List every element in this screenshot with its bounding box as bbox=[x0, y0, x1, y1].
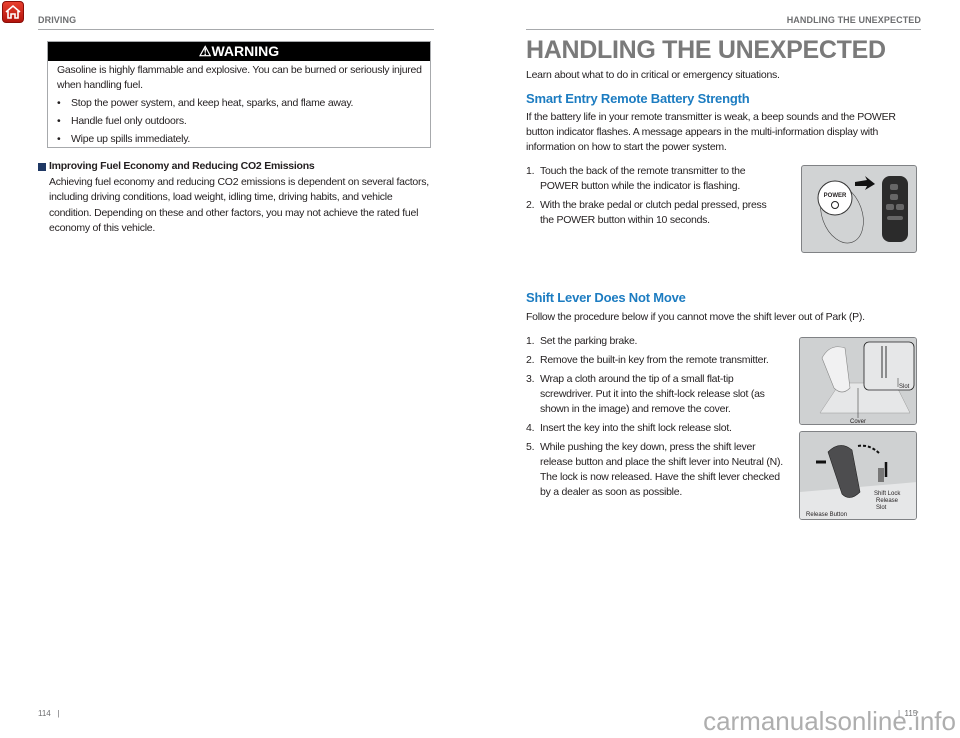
shift-step: 1. Set the parking brake. bbox=[526, 335, 638, 347]
left-page-number: 114 | bbox=[38, 709, 60, 718]
slot-label: Slot bbox=[899, 384, 910, 390]
left-header-rule bbox=[38, 29, 434, 30]
warning-title: WARNING bbox=[211, 43, 280, 59]
release-button-label: Release Button bbox=[806, 512, 847, 518]
cover-label: Cover bbox=[850, 419, 866, 425]
shift-lock-cover-image: Slot Cover bbox=[799, 337, 917, 425]
power-label: POWER bbox=[824, 193, 847, 199]
warning-bullet: Wipe up spills immediately. bbox=[71, 133, 191, 145]
shift-lever-body: Follow the procedure below if you cannot… bbox=[526, 311, 865, 323]
shift-step: 4. Insert the key into the shift lock rel… bbox=[526, 422, 732, 434]
warning-box: ⚠WARNING Gasoline is highly flammable an… bbox=[47, 41, 431, 148]
fuel-economy-heading: Improving Fuel Economy and Reducing CO2 … bbox=[38, 159, 315, 174]
left-running-header: DRIVING bbox=[38, 15, 77, 25]
page-intro: Learn about what to do in critical or em… bbox=[526, 69, 780, 81]
home-button[interactable] bbox=[2, 1, 24, 23]
shift-lock-label: Release bbox=[876, 498, 899, 504]
remote-power-button-image: POWER bbox=[801, 165, 917, 253]
battery-step: 2. With the brake pedal or clutch pedal p… bbox=[526, 199, 767, 226]
warning-triangle-icon: ⚠ bbox=[198, 43, 212, 59]
home-icon bbox=[5, 4, 21, 19]
warning-bullet: Stop the power system, and keep heat, sp… bbox=[71, 97, 354, 109]
warning-intro: Gasoline is highly flammable and explosi… bbox=[57, 64, 422, 91]
right-running-header: HANDLING THE UNEXPECTED bbox=[786, 15, 921, 25]
battery-heading: Smart Entry Remote Battery Strength bbox=[526, 91, 750, 106]
watermark: carmanualsonline.info bbox=[703, 706, 956, 736]
square-bullet-icon bbox=[38, 162, 46, 171]
warning-bullet: Handle fuel only outdoors. bbox=[71, 115, 187, 127]
shift-lock-label: Shift Lock bbox=[874, 491, 901, 497]
shift-step: 2. Remove the built-in key from the remot… bbox=[526, 354, 769, 366]
shift-step: 3. Wrap a cloth around the tip of a small… bbox=[526, 373, 765, 415]
fuel-economy-title: Improving Fuel Economy and Reducing CO2 … bbox=[49, 160, 315, 172]
battery-body: If the battery life in your remote trans… bbox=[526, 111, 896, 153]
shift-step: 5. While pushing the key down, press the … bbox=[526, 441, 783, 498]
fuel-economy-body: Achieving fuel economy and reducing CO2 … bbox=[49, 176, 429, 234]
shift-lock-label: Slot bbox=[876, 505, 887, 511]
warning-header: ⚠WARNING bbox=[48, 42, 430, 61]
shift-lock-release-image: Release Button Shift Lock Release Slot bbox=[799, 431, 917, 520]
page-title: HANDLING THE UNEXPECTED bbox=[526, 36, 886, 64]
right-header-rule bbox=[526, 29, 921, 30]
battery-step: 1. Touch the back of the remote transmitt… bbox=[526, 165, 746, 192]
shift-lever-heading: Shift Lever Does Not Move bbox=[526, 290, 686, 305]
arrow-icon bbox=[855, 176, 875, 190]
